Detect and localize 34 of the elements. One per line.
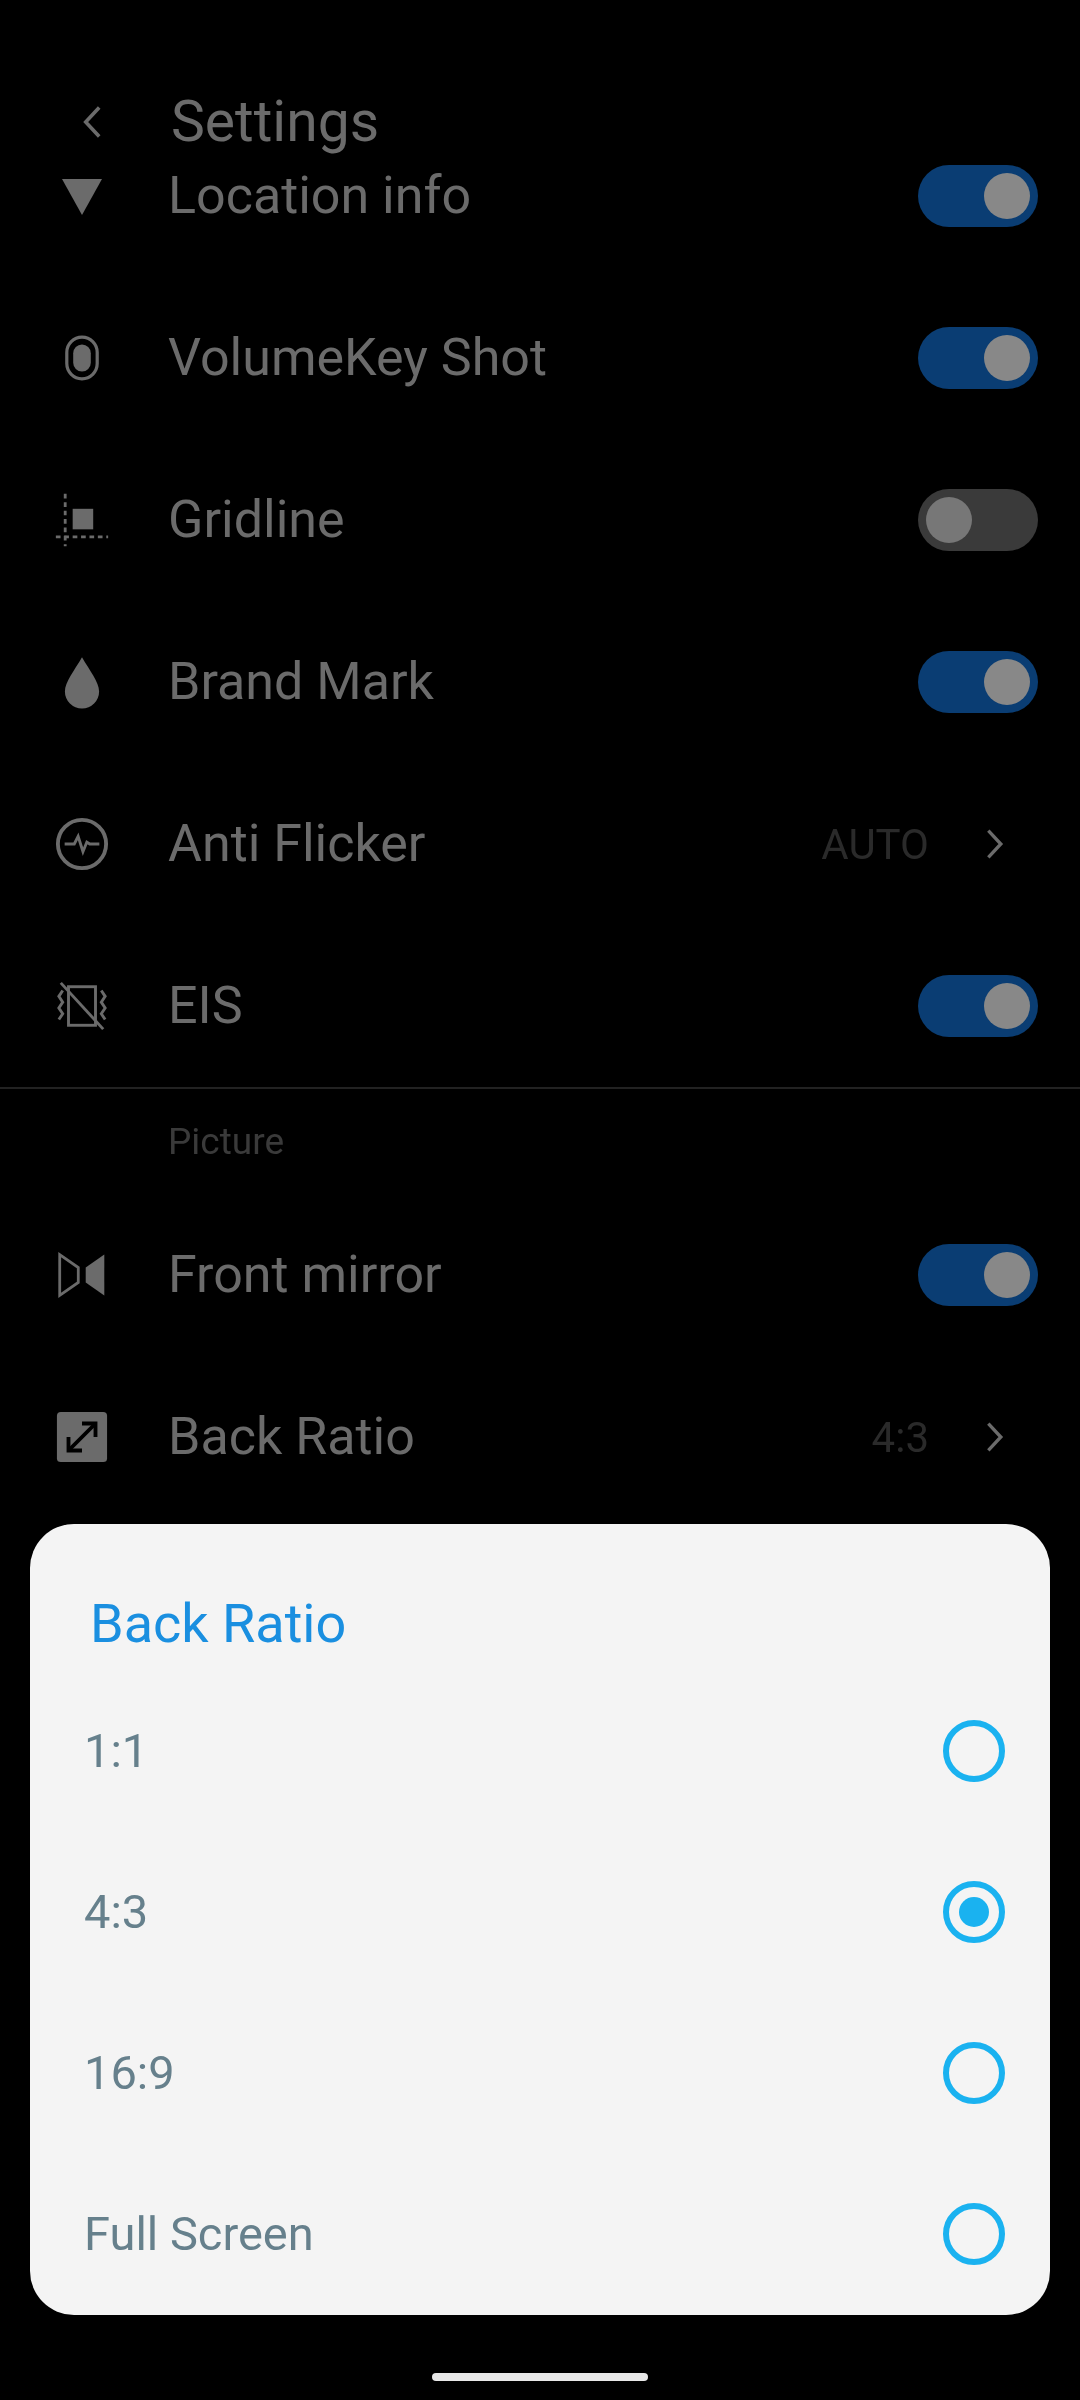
settings-row[interactable]: Brand Mark	[0, 601, 1080, 763]
option-label: 4:3	[84, 1884, 149, 1939]
option-label: 1:1	[84, 1723, 149, 1778]
radio-button[interactable]	[943, 2041, 1005, 2104]
grid-icon	[54, 492, 110, 548]
ratio-option[interactable]: Full Screen	[30, 2153, 1050, 2314]
setting-label: Gridline	[168, 490, 346, 550]
setting-label: Back Ratio	[168, 1407, 416, 1467]
chevron-right-icon	[985, 1420, 1005, 1454]
settings-row[interactable]: Gridline	[0, 439, 1080, 601]
ratio-option[interactable]: 4:3	[30, 1831, 1050, 1992]
dialog-title: Back Ratio	[90, 1592, 348, 1657]
settings-row[interactable]: EIS	[0, 925, 1080, 1087]
setting-label: EIS	[168, 976, 244, 1036]
radio-button[interactable]	[943, 1880, 1005, 1943]
pulse-circle-icon	[55, 817, 109, 871]
setting-label: Anti Flicker	[168, 814, 427, 874]
setting-label: Brand Mark	[168, 652, 435, 712]
settings-row[interactable]: Front mirror	[0, 1194, 1080, 1356]
section-heading: Picture	[168, 1120, 285, 1163]
radio-button[interactable]	[943, 1719, 1005, 1782]
settings-row[interactable]: VolumeKey Shot	[0, 277, 1080, 439]
ratio-option[interactable]: 16:9	[30, 1992, 1050, 2153]
setting-label: Location info	[168, 166, 473, 226]
droplet-icon	[63, 655, 101, 709]
option-label: Full Screen	[84, 2206, 314, 2261]
settings-row[interactable]: Location info	[0, 163, 1080, 277]
chevron-right-icon	[985, 827, 1005, 861]
stabilizer-icon	[55, 979, 109, 1033]
option-label: 16:9	[84, 2045, 175, 2100]
radio-button[interactable]	[943, 2202, 1005, 2265]
ratio-option[interactable]: 1:1	[30, 1670, 1050, 1831]
setting-label: Front mirror	[168, 1245, 443, 1305]
setting-label: VolumeKey Shot	[168, 328, 548, 388]
